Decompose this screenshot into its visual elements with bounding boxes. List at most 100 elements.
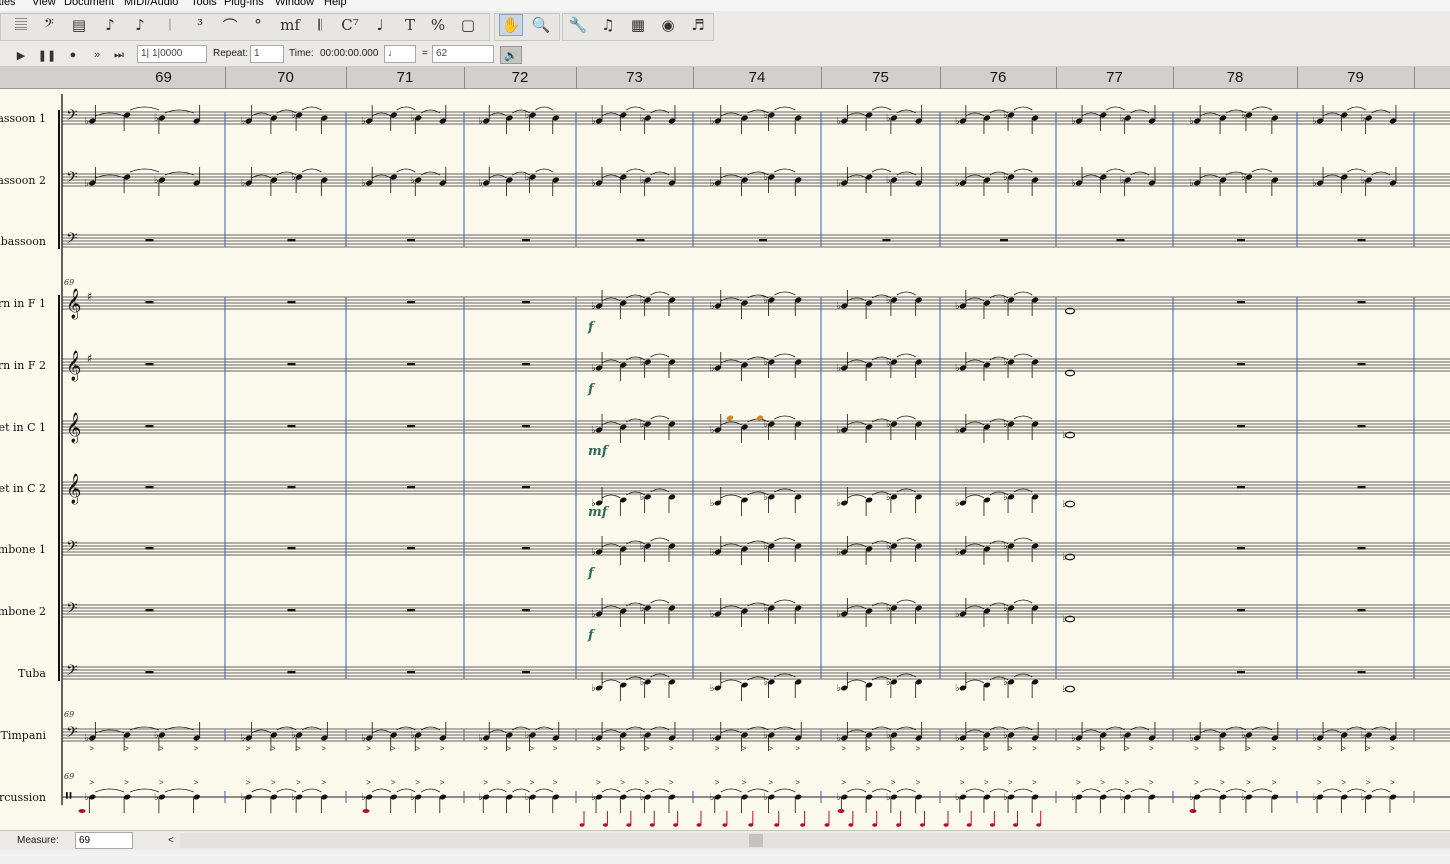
chord-symbol-icon[interactable]: C⁷ [338, 14, 362, 36]
expression-icon[interactable]: mf [278, 14, 302, 36]
tie [1013, 415, 1033, 420]
tuplet-icon[interactable]: 𝄀 [158, 14, 182, 36]
menu-document[interactable]: Document [64, 0, 114, 8]
tie [601, 788, 621, 793]
click-icon[interactable]: 🔊 [500, 46, 522, 64]
key-signature-icon[interactable]: ▤ [67, 14, 91, 36]
lyrics-icon[interactable]: ♩ [368, 14, 392, 36]
tie [164, 109, 194, 114]
menu-help[interactable]: Help [324, 0, 347, 8]
whole-rest [1237, 547, 1245, 550]
tie [1251, 726, 1273, 731]
flat-icon: ♭ [154, 175, 159, 186]
horizontal-scrollbar[interactable] [180, 833, 1450, 848]
playback-controls: ▶ ❚❚ ● » ⏭ 1| 1|0000 Repeat: 1 Time: 00:… [0, 42, 1450, 67]
staff-tool-icon[interactable]: 𝄚 [9, 14, 33, 36]
play-icon[interactable]: ▶ [10, 46, 32, 64]
flat-icon: ♭ [763, 792, 768, 803]
flat-icon: ♭ [591, 683, 596, 694]
percussion-red-note [602, 823, 608, 827]
menu-view[interactable]: View [32, 0, 56, 8]
menu-window[interactable]: Window [275, 0, 314, 8]
flat-icon: ♭ [291, 730, 296, 741]
scroll-thumb[interactable] [749, 834, 763, 847]
tie [535, 106, 554, 111]
whole-note [1064, 685, 1076, 693]
flat-icon: ♭ [591, 301, 596, 312]
pause-icon[interactable]: ❚❚ [36, 46, 58, 64]
whole-rest [287, 671, 296, 674]
tie [488, 788, 507, 793]
accent-mark: > [960, 744, 965, 753]
accent-mark: > [768, 744, 773, 753]
record-icon[interactable]: ● [62, 46, 84, 64]
tie [421, 726, 441, 731]
menu-midi-audio[interactable]: MIDI/Audio [124, 0, 178, 8]
tie [1251, 168, 1273, 173]
fast-forward-icon[interactable]: » [86, 46, 108, 64]
tie [650, 599, 670, 604]
tie [965, 494, 985, 499]
percussion-clef-icon: 𝄥 [66, 786, 72, 807]
tie [1347, 106, 1366, 111]
whole-rest [407, 486, 415, 489]
tempo-note-select[interactable]: ♩ [384, 45, 416, 63]
menu-tools[interactable]: Tools [191, 0, 217, 8]
tie [774, 415, 796, 420]
tempo-field[interactable]: 62 [432, 45, 494, 63]
percussion-red-note [848, 823, 854, 827]
clef-tool-icon[interactable]: 𝄢 [37, 14, 61, 36]
special-tools-icon[interactable]: ▦ [626, 14, 650, 36]
accent-mark: > [768, 778, 773, 787]
tie [896, 673, 916, 678]
whole-rest [1000, 239, 1008, 242]
menu-ities[interactable]: ities [0, 0, 16, 8]
position-field[interactable]: 1| 1|0000 [137, 45, 207, 63]
scroll-left-arrow[interactable]: < [168, 835, 174, 846]
tie [601, 679, 621, 684]
flat-icon: ♭ [361, 178, 366, 189]
mirror-icon[interactable]: ♫ [596, 14, 620, 36]
flat-icon: ♭ [291, 172, 296, 183]
tie [1347, 168, 1366, 173]
hand-grabber-icon[interactable]: ✋ [499, 14, 523, 36]
midi-icon[interactable]: ◉ [656, 14, 680, 36]
mixer-icon[interactable]: ♬ [686, 14, 710, 36]
whole-rest [1357, 547, 1366, 550]
repeat-icon[interactable]: 𝄃 [308, 14, 332, 36]
whole-rest [1357, 609, 1366, 612]
accent-mark: > [1100, 744, 1105, 753]
smart-shape-icon[interactable]: ⌒ [218, 14, 242, 36]
flat-icon: ♭ [410, 792, 415, 803]
tie [896, 415, 916, 420]
flat-icon: ♭ [836, 116, 841, 127]
wrench-icon[interactable]: 🔧 [566, 14, 590, 36]
score-view[interactable]: Bassoon 1 𝄢 Bassoon 2 𝄢 rabassoon 𝄢 orn in F 1… [0, 89, 1450, 830]
whole-rest [145, 239, 154, 242]
text-tool-icon[interactable]: T [398, 14, 422, 36]
tie [1013, 599, 1033, 604]
repeat-select[interactable]: 1 [250, 45, 284, 63]
simple-entry-icon[interactable]: ♪ [98, 14, 122, 36]
flat-icon: ♭ [886, 730, 891, 741]
flat-icon: ♭ [836, 363, 841, 374]
speedy-entry-icon[interactable]: ♪ [128, 14, 152, 36]
flat-icon: ♭ [1062, 552, 1067, 563]
whole-rest [1237, 239, 1245, 242]
end-icon[interactable]: ⏭ [108, 46, 130, 64]
chord-icon[interactable]: ³ [188, 14, 212, 36]
tie [421, 171, 441, 176]
menu-plug-ins[interactable]: Plug-ins [224, 0, 264, 8]
tie [626, 168, 645, 173]
measure-field[interactable]: 69 [75, 832, 133, 849]
flat-icon: ♭ [955, 683, 960, 694]
page-layout-icon[interactable]: ▢ [456, 14, 480, 36]
accent-mark: > [483, 778, 488, 787]
flat-icon: ♭ [1003, 603, 1008, 614]
zoom-icon[interactable]: 🔍 [529, 14, 553, 36]
percent-icon[interactable]: % [426, 14, 450, 36]
whole-rest [407, 425, 415, 428]
percussion-red-note [800, 823, 806, 827]
articulation-icon[interactable]: ° [246, 14, 270, 36]
whole-rest [1357, 239, 1366, 242]
